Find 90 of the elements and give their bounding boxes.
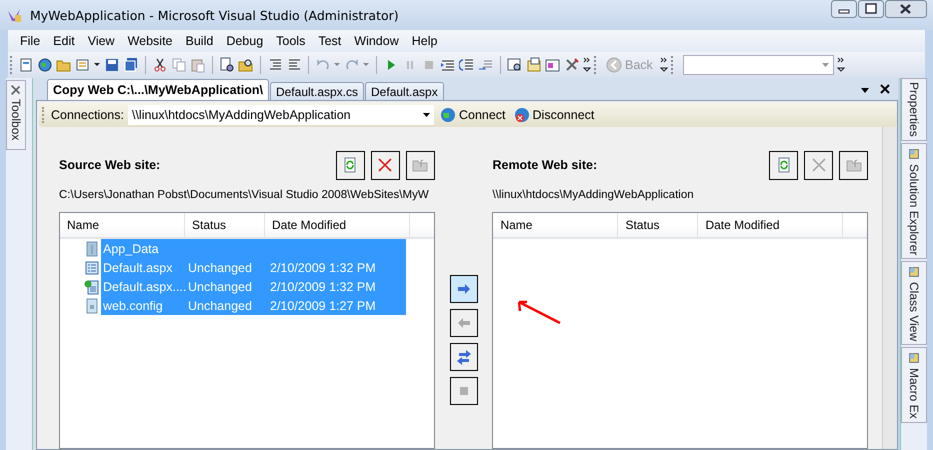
new-project-icon[interactable] [18, 57, 34, 73]
properties-icon[interactable] [526, 57, 542, 73]
folder-up-icon [846, 157, 862, 173]
column-header[interactable]: Status [618, 213, 698, 237]
refresh-button[interactable] [769, 150, 798, 180]
site-path: C:\Users\Jonathan Pobst\Documents\Visual Studio 2008\WebSites\MyW [59, 189, 430, 203]
column-header[interactable]: Status [185, 213, 265, 237]
delete-icon [810, 157, 827, 173]
panel-tab[interactable]: Properties [901, 78, 927, 141]
panel-icon [907, 146, 921, 161]
code-file-icon [84, 278, 100, 294]
folder-up-icon [412, 157, 428, 173]
panel-tab[interactable]: Solution Explorer [901, 142, 927, 260]
folder-icon [84, 240, 100, 256]
overflow-chevron-icon[interactable] [836, 56, 845, 74]
scrollbar[interactable] [882, 127, 897, 449]
panel-tab[interactable]: Macro Ex [901, 347, 927, 423]
panel-icon [907, 351, 921, 366]
column-header[interactable]: Date Modified [698, 213, 844, 237]
window-title: MyWebApplication - Microsoft Visual Studio (Administrator) [30, 8, 399, 22]
tab-list-dropdown-icon[interactable] [861, 88, 869, 94]
refresh-button[interactable] [336, 150, 365, 180]
app-icon [6, 7, 22, 23]
column-header[interactable]: Name [60, 213, 185, 237]
minimize-button[interactable] [831, 0, 857, 18]
globe-icon [440, 107, 456, 123]
refresh-page-icon [342, 157, 358, 173]
disconnect-button[interactable]: Disconnect [512, 107, 596, 123]
file-status: Unchanged [186, 296, 268, 315]
close-icon[interactable] [880, 84, 890, 94]
menu-item[interactable]: Edit [47, 32, 81, 50]
add-item-icon[interactable] [75, 57, 91, 73]
document-tab[interactable]: Default.aspx [365, 82, 444, 100]
object-browser-icon[interactable] [545, 57, 561, 73]
file-date: 2/10/2009 1:32 PM [268, 258, 406, 277]
site-heading: Source Web site: [59, 158, 160, 172]
delete-button[interactable] [370, 150, 400, 180]
find-window-icon[interactable] [507, 57, 523, 73]
menu-item[interactable]: File [14, 32, 46, 50]
overflow-chevron-icon[interactable] [583, 56, 591, 74]
menu-item[interactable]: Window [348, 32, 405, 50]
file-name: App_Data [101, 239, 186, 258]
file-date: 2/10/2009 1:32 PM [268, 277, 406, 296]
copy-to-remote-button[interactable] [450, 275, 478, 303]
globe-disconnect-icon [514, 107, 530, 123]
document-search-icon[interactable] [219, 57, 235, 73]
file-name: Default.aspx [101, 258, 186, 277]
menu-item[interactable]: View [82, 32, 121, 50]
close-button[interactable] [885, 0, 927, 18]
file-date: 2/10/2009 1:27 PM [268, 296, 406, 315]
menu-item[interactable]: Website [122, 32, 179, 50]
connection-dropdown[interactable]: \\linux\htdocs\MyAddingWebApplication [128, 105, 434, 125]
site-path: \\linux\htdocs\MyAddingWebApplication [492, 189, 695, 203]
connections-label: Connections: [51, 108, 124, 122]
right-arrow-icon [456, 281, 472, 297]
globe-icon[interactable] [37, 57, 53, 73]
dropdown-caret-icon [422, 113, 430, 117]
save-icon[interactable] [104, 57, 120, 73]
refresh-page-icon [776, 157, 792, 173]
column-header[interactable]: Date Modified [265, 213, 410, 237]
delete-icon [377, 157, 394, 173]
menu-item[interactable]: Build [180, 32, 220, 50]
config-file-icon [84, 298, 100, 314]
web-page-icon [84, 260, 100, 276]
menu-item[interactable]: Debug [220, 32, 270, 50]
column-header[interactable]: Name [493, 213, 618, 237]
toolbox-tab[interactable]: Toolbox [6, 80, 26, 150]
connect-button[interactable]: Connect [438, 107, 508, 123]
synchronize-button[interactable] [450, 343, 478, 371]
file-status: Unchanged [186, 258, 268, 277]
panel-icon [907, 265, 921, 280]
maximize-button[interactable] [858, 0, 884, 18]
paste-icon[interactable] [190, 57, 206, 73]
dropdown-caret-icon [822, 63, 829, 67]
menu-item[interactable]: Help [406, 32, 444, 50]
overflow-chevron-icon[interactable] [660, 56, 668, 74]
file-status: Unchanged [186, 277, 268, 296]
file-name: web.config [101, 296, 186, 315]
menu-item[interactable]: Test [312, 32, 348, 50]
document-tab[interactable]: Copy Web C:\...\MyWebApplication\ [47, 79, 269, 100]
menu-item[interactable]: Tools [270, 32, 312, 50]
site-heading: Remote Web site: [492, 158, 598, 172]
step-over-icon[interactable] [459, 57, 475, 73]
file-name: Default.aspx.... [101, 277, 186, 296]
folder-search-icon[interactable] [238, 57, 254, 73]
panel-tab[interactable]: Class View [901, 261, 927, 346]
scissors-icon[interactable] [152, 57, 168, 73]
document-tab[interactable]: Default.aspx.cs [270, 82, 364, 100]
two-way-arrows-icon [456, 349, 472, 365]
save-all-icon[interactable] [123, 57, 139, 73]
